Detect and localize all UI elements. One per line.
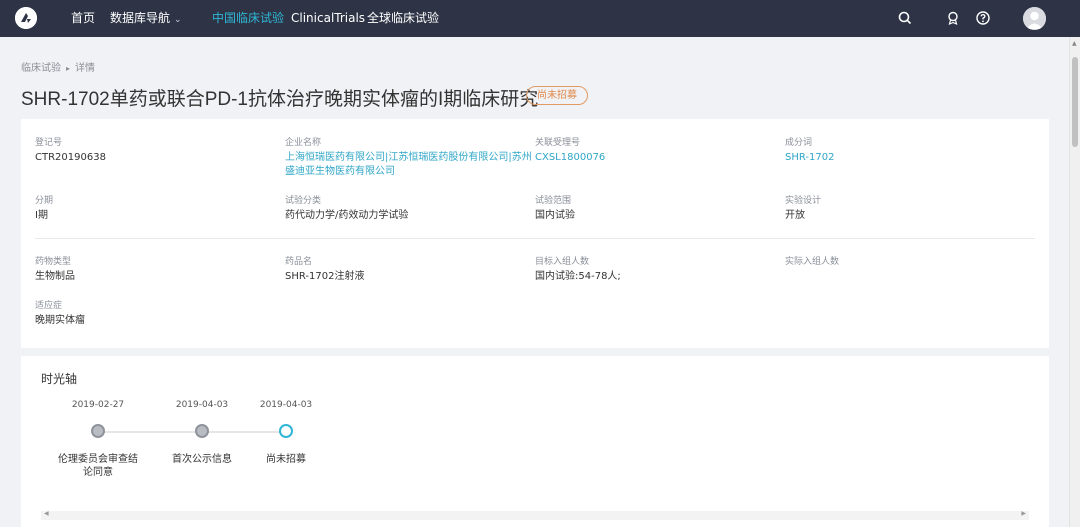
field-label: 关联受理号	[535, 138, 581, 148]
vertical-scrollbar[interactable]: ▲	[1069, 37, 1080, 527]
field-actual-enrollment: 实际入组人数	[785, 256, 839, 270]
award-icon[interactable]	[945, 10, 961, 26]
help-icon[interactable]	[975, 10, 991, 26]
field-label: 分期	[35, 196, 54, 206]
divider	[35, 238, 1035, 239]
field-company: 企业名称 上海恒瑞医药有限公司|江苏恒瑞医药股份有限公司|苏州盛迪亚生物医药有限…	[285, 137, 533, 179]
horizontal-scrollbar[interactable]: ◀ ▶	[41, 510, 1029, 520]
field-value: 开放	[785, 210, 805, 221]
chevron-right-icon: ▸	[66, 64, 71, 73]
breadcrumb: 临床试验 ▸ 详情	[21, 59, 95, 74]
nav-china-trials[interactable]: 中国临床试验	[212, 0, 284, 37]
field-label: 成分词	[785, 138, 813, 148]
field-label: 试验范围	[535, 196, 572, 206]
field-registration-no: 登记号 CTR20190638	[35, 137, 106, 165]
scrollbar-thumb[interactable]	[1072, 57, 1078, 147]
trial-info-card: 登记号 CTR20190638 企业名称 上海恒瑞医药有限公司|江苏恒瑞医药股份…	[21, 119, 1049, 348]
field-label: 登记号	[35, 138, 63, 148]
timeline-label: 首次公示信息	[172, 454, 232, 465]
scroll-up-icon[interactable]: ▲	[1072, 40, 1077, 47]
field-label: 企业名称	[285, 138, 322, 148]
logo-icon[interactable]	[15, 7, 37, 29]
field-ingredient: 成分词 SHR-1702	[785, 137, 834, 165]
field-label: 试验分类	[285, 196, 322, 206]
timeline-date: 2019-04-03	[259, 400, 313, 410]
field-label: 适应症	[35, 301, 63, 311]
field-label: 药物类型	[35, 257, 72, 267]
field-indication: 适应症 晚期实体瘤	[35, 300, 85, 328]
scroll-left-icon[interactable]: ◀	[44, 510, 49, 517]
timeline-dot	[91, 424, 105, 438]
field-label: 目标入组人数	[535, 257, 590, 267]
timeline-label: 尚未招募	[266, 454, 306, 465]
field-value: 生物制品	[35, 271, 75, 282]
timeline-date: 2019-02-27	[71, 400, 125, 410]
timeline-track	[98, 431, 286, 433]
field-acceptance-no: 关联受理号 CXSL1800076	[535, 137, 605, 165]
breadcrumb-root[interactable]: 临床试验	[21, 63, 61, 74]
timeline-title: 时光轴	[41, 372, 78, 386]
field-label: 实际入组人数	[785, 257, 840, 267]
breadcrumb-current: 详情	[75, 63, 96, 74]
search-icon[interactable]	[897, 10, 913, 26]
ingredient-link[interactable]: SHR-1702	[785, 151, 834, 165]
field-phase: 分期 I期	[35, 195, 53, 223]
page-title: SHR-1702单药或联合PD-1抗体治疗晚期实体瘤的I期临床研究	[21, 89, 539, 110]
chevron-down-icon: ⌄	[174, 15, 182, 25]
timeline-dot-current	[279, 424, 293, 438]
acceptance-no-link[interactable]: CXSL1800076	[535, 151, 605, 165]
scroll-right-icon[interactable]: ▶	[1021, 510, 1026, 517]
company-link[interactable]: 上海恒瑞医药有限公司|江苏恒瑞医药股份有限公司|苏州盛迪亚生物医药有限公司	[285, 151, 533, 179]
field-drug-type: 药物类型 生物制品	[35, 256, 75, 284]
timeline-card: 时光轴 2019-02-27 2019-04-03 2019-04-03 伦理委…	[21, 356, 1049, 527]
field-value: 国内试验	[535, 210, 575, 221]
field-value: 晚期实体瘤	[35, 315, 85, 326]
nav-global-trials[interactable]: 全球临床试验	[367, 0, 439, 37]
field-drug-name: 药品名 SHR-1702注射液	[285, 256, 364, 284]
field-value: I期	[35, 210, 48, 221]
nav-clinicaltrials[interactable]: ClinicalTrials	[291, 0, 365, 37]
field-value: SHR-1702注射液	[285, 271, 365, 282]
avatar-icon[interactable]	[1023, 7, 1046, 30]
nav-home[interactable]: 首页	[71, 0, 95, 37]
field-trial-category: 试验分类 药代动力学/药效动力学试验	[285, 195, 408, 223]
field-label: 实验设计	[785, 196, 822, 206]
field-target-enrollment: 目标入组人数 国内试验:54-78人;	[535, 256, 621, 284]
nav-database[interactable]: 数据库导航 ⌄	[110, 0, 182, 37]
field-value: 国内试验:54-78人;	[535, 271, 621, 282]
nav-database-label: 数据库导航	[110, 11, 171, 25]
field-value: 药代动力学/药效动力学试验	[285, 210, 409, 221]
field-trial-scope: 试验范围 国内试验	[535, 195, 575, 223]
field-design: 实验设计 开放	[785, 195, 821, 223]
timeline-label: 伦理委员会审查结论同意	[58, 454, 138, 478]
status-badge: 尚未招募	[526, 86, 588, 105]
top-navbar: 首页 数据库导航 ⌄ 中国临床试验 ClinicalTrials 全球临床试验	[0, 0, 1080, 37]
timeline-dot	[195, 424, 209, 438]
field-label: 药品名	[285, 257, 313, 267]
timeline-date: 2019-04-03	[175, 400, 229, 410]
field-value: CTR20190638	[35, 152, 106, 163]
